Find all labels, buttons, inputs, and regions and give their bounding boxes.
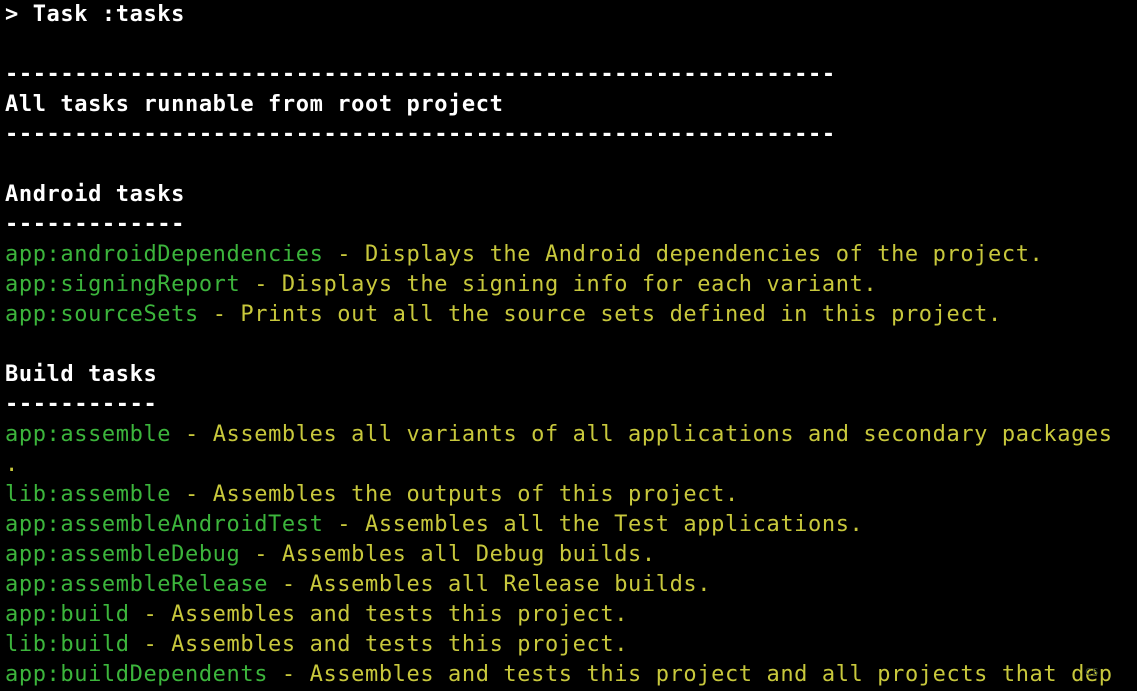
task-name: app:assembleAndroidTest: [5, 512, 324, 537]
task-description: - Assembles all Debug builds.: [240, 542, 656, 567]
task-entry-source-sets: app:sourceSets - Prints out all the sour…: [5, 300, 1002, 330]
task-name: app:sourceSets: [5, 302, 199, 327]
android-tasks-heading: Android tasks: [5, 182, 185, 207]
task-name: app:androidDependencies: [5, 242, 324, 267]
task-name: app:build: [5, 602, 130, 627]
task-name: app:buildDependents: [5, 662, 269, 687]
task-name: lib:build: [5, 632, 130, 657]
task-description: - Assembles all Release builds.: [268, 572, 712, 597]
task-entry-app-build: app:build - Assembles and tests this pro…: [5, 600, 628, 630]
task-name: app:assembleRelease: [5, 572, 269, 597]
task-description: - Assembles all the Test applications.: [323, 512, 864, 537]
build-tasks-rule: -----------: [5, 392, 158, 417]
watermark: cs: [1084, 664, 1099, 678]
task-name: lib:assemble: [5, 482, 172, 507]
task-entry-lib-assemble: lib:assemble - Assembles the outputs of …: [5, 480, 739, 510]
build-tasks-heading: Build tasks: [5, 362, 158, 387]
section-title: All tasks runnable from root project: [5, 92, 504, 117]
task-entry-assemble-debug: app:assembleDebug - Assembles all Debug …: [5, 540, 656, 570]
task-name: app:signingReport: [5, 272, 241, 297]
task-entry-signing-report: app:signingReport - Displays the signing…: [5, 270, 877, 300]
task-description: - Assembles all variants of all applicat…: [171, 422, 1113, 447]
task-description: - Assembles the outputs of this project.: [171, 482, 739, 507]
separator-bottom: ----------------------------------------…: [5, 122, 836, 147]
task-description: - Prints out all the source sets defined…: [198, 302, 1002, 327]
task-name: app:assembleDebug: [5, 542, 241, 567]
task-entry-build-dependents: app:buildDependents - Assembles and test…: [5, 660, 1113, 690]
task-entry-app-assemble: app:assemble - Assembles all variants of…: [5, 420, 1113, 450]
task-entry-assemble-android-test: app:assembleAndroidTest - Assembles all …: [5, 510, 863, 540]
task-entry-android-dependencies: app:androidDependencies - Displays the A…: [5, 240, 1043, 270]
task-entry-lib-build: lib:build - Assembles and tests this pro…: [5, 630, 628, 660]
task-description: - Assembles and tests this project.: [129, 632, 629, 657]
task-description: - Assembles and tests this project.: [129, 602, 629, 627]
task-description: - Displays the signing info for each var…: [240, 272, 878, 297]
task-description: - Assembles and tests this project and a…: [268, 662, 1113, 687]
separator-top: ----------------------------------------…: [5, 62, 836, 87]
task-name: app:assemble: [5, 422, 172, 447]
android-tasks-rule: -------------: [5, 212, 185, 237]
task-entry-assemble-release: app:assembleRelease - Assembles all Rele…: [5, 570, 711, 600]
task-description: - Displays the Android dependencies of t…: [323, 242, 1044, 267]
task-line: > Task :tasks: [5, 2, 185, 27]
terminal-output: > Task :tasks --------------------------…: [0, 0, 1137, 691]
wrapped-line-continuation: .: [5, 452, 19, 477]
